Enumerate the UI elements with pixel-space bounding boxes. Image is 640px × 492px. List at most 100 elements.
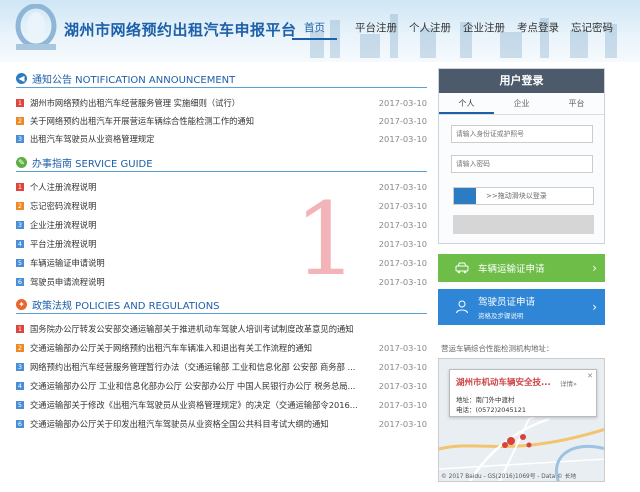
driver-permit-button[interactable]: 驾驶员证申请 资格及步骤说明 › — [438, 289, 605, 325]
item-number: 4 — [16, 382, 24, 390]
list-item[interactable]: 1 个人注册流程说明 2017-03-10 — [16, 178, 427, 196]
nav-forgot-password[interactable]: 忘记密码 — [565, 20, 619, 40]
item-title[interactable]: 交通运输部办公厅关于印发出租汽车驾驶员从业资格全国公共科目考试大纲的通知 — [30, 418, 369, 430]
item-number: 6 — [16, 278, 24, 286]
item-number: 3 — [16, 135, 24, 143]
item-number: 5 — [16, 401, 24, 409]
list-item[interactable]: 4 交通运输部办公厅 工业和信息化部办公厅 公安部办公厅 中国人民银行办公厅 税… — [16, 377, 427, 395]
popup-detail-link[interactable]: 详情» — [560, 378, 577, 388]
list-item[interactable]: 1 湖州市网络预约出租汽车经营服务管理 实施细则（试行） 2017-03-10 — [16, 94, 427, 112]
item-number: 5 — [16, 259, 24, 267]
map-label: 营运车辆综合性能检测机构地址： — [441, 344, 554, 353]
tab-company[interactable]: 企业 — [494, 93, 549, 114]
guide-title: 办事指南 SERVICE GUIDE — [32, 159, 153, 170]
item-date: 2017-03-10 — [378, 220, 427, 230]
list-item[interactable]: 6 驾驶员申请流程说明 2017-03-10 — [16, 273, 427, 291]
item-date: 2017-03-10 — [378, 258, 427, 268]
slider-handle[interactable] — [454, 188, 476, 204]
speaker-icon: ◀ — [16, 73, 27, 84]
nav-company-register[interactable]: 企业注册 — [457, 20, 511, 40]
item-date: 2017-03-10 — [378, 98, 427, 108]
close-icon[interactable]: ✕ — [587, 372, 593, 380]
slider-hint: >>拖动滑块以登录 — [486, 192, 547, 200]
item-number: 1 — [16, 325, 24, 333]
item-date: 2017-03-10 — [378, 201, 427, 211]
list-item[interactable]: 5 车辆运输证申请说明 2017-03-10 — [16, 254, 427, 272]
item-date: 2017-03-10 — [378, 239, 427, 249]
map-info-popup: 湖州市机动车辆安全技... 详情» ✕ 地址：南门外中渡村 电话：(0572)2… — [449, 369, 597, 417]
top-nav: 首页 平台注册 个人注册 企业注册 考点登录 忘记密码 — [292, 20, 619, 40]
nav-exam-login[interactable]: 考点登录 — [511, 20, 565, 40]
login-panel: 用户登录 个人 企业 平台 >>拖动滑块以登录 — [438, 68, 605, 244]
vehicle-permit-button[interactable]: 车辆运输证申请 › — [438, 254, 605, 282]
list-item[interactable]: 4 平台注册流程说明 2017-03-10 — [16, 235, 427, 253]
item-number: 3 — [16, 221, 24, 229]
item-title[interactable]: 交通运输部办公厅 工业和信息化部办公厅 公安部办公厅 中国人民银行办公厅 税务总… — [30, 380, 369, 392]
item-date: 2017-03-10 — [378, 343, 427, 353]
list-item[interactable]: 3 企业注册流程说明 2017-03-10 — [16, 216, 427, 234]
list-item[interactable]: 1 国务院办公厅转发公安部交通运输部关于推进机动车驾驶人培训考试制度改革意见的通… — [16, 320, 427, 338]
item-title[interactable]: 出租汽车驾驶员从业资格管理规定 — [30, 133, 369, 145]
list-item[interactable]: 2 忘记密码流程说明 2017-03-10 — [16, 197, 427, 215]
item-title[interactable]: 湖州市网络预约出租汽车经营服务管理 实施细则（试行） — [30, 97, 369, 109]
policy-title: 政策法规 POLICIES AND REGULATIONS — [32, 301, 220, 312]
tab-platform[interactable]: 平台 — [549, 93, 604, 114]
list-item[interactable]: 5 交通运输部关于修改《出租汽车驾驶员从业资格管理规定》的决定（交通运输部令20… — [16, 396, 427, 414]
item-title[interactable]: 网络预约出租汽车经营服务管理暂行办法（交通运输部 工业和信息化部 公安部 商务部… — [30, 361, 369, 373]
item-title[interactable]: 关于网络预约出租汽车开展营运车辆综合性能检测工作的通知 — [30, 115, 369, 127]
header: 湖州市网络预约出租汽车申报平台 首页 平台注册 个人注册 企业注册 考点登录 忘… — [0, 0, 640, 62]
driver-permit-label: 驾驶员证申请 — [478, 297, 536, 308]
item-number: 3 — [16, 363, 24, 371]
item-number: 4 — [16, 240, 24, 248]
popup-phone: 电话：(0572)2045121 — [456, 406, 527, 414]
item-date: 2017-03-10 — [378, 134, 427, 144]
id-number-input[interactable] — [451, 125, 593, 143]
popup-title: 湖州市机动车辆安全技... — [456, 378, 551, 388]
leaf-icon: ✎ — [16, 157, 27, 168]
driver-permit-sub: 资格及步骤说明 — [478, 312, 524, 320]
login-tabs: 个人 企业 平台 — [439, 93, 604, 115]
item-number: 2 — [16, 344, 24, 352]
item-date: 2017-03-10 — [378, 419, 427, 429]
vehicle-permit-label: 车辆运输证申请 — [478, 264, 545, 275]
list-item[interactable]: 2 关于网络预约出租汽车开展营运车辆综合性能检测工作的通知 2017-03-10 — [16, 112, 427, 130]
item-date: 2017-03-10 — [378, 381, 427, 391]
item-date: 2017-03-10 — [378, 362, 427, 372]
item-title[interactable]: 交通运输部关于修改《出租汽车驾驶员从业资格管理规定》的决定（交通运输部令2016… — [30, 399, 369, 411]
location-map[interactable]: 湖州市机动车辆安全技... 详情» ✕ 地址：南门外中渡村 电话：(0572)2… — [438, 358, 605, 482]
notification-header: ◀ 通知公告 NOTIFICATION ANNOUNCEMENT — [16, 70, 427, 88]
list-item[interactable]: 6 交通运输部办公厅关于印发出租汽车驾驶员从业资格全国公共科目考试大纲的通知 2… — [16, 415, 427, 433]
item-title[interactable]: 交通运输部办公厅关于网络预约出租汽车车辆准入和退出有关工作流程的通知 — [30, 342, 369, 354]
tab-personal[interactable]: 个人 — [439, 93, 494, 114]
nav-home[interactable]: 首页 — [292, 20, 337, 40]
login-button[interactable] — [453, 215, 594, 234]
nav-personal-register[interactable]: 个人注册 — [403, 20, 457, 40]
item-number: 1 — [16, 183, 24, 191]
item-date: 2017-03-10 — [378, 400, 427, 410]
item-number: 2 — [16, 117, 24, 125]
guide-header: ✎ 办事指南 SERVICE GUIDE — [16, 154, 427, 172]
shield-icon: ✦ — [16, 299, 27, 310]
item-date: 2017-03-10 — [378, 182, 427, 192]
login-title: 用户登录 — [439, 69, 604, 93]
chevron-right-icon: › — [592, 300, 597, 314]
policy-header: ✦ 政策法规 POLICIES AND REGULATIONS — [16, 296, 427, 314]
list-item[interactable]: 3 网络预约出租汽车经营服务管理暂行办法（交通运输部 工业和信息化部 公安部 商… — [16, 358, 427, 376]
item-title[interactable]: 国务院办公厅转发公安部交通运输部关于推进机动车驾驶人培训考试制度改革意见的通知 — [30, 323, 427, 335]
person-icon — [454, 299, 470, 315]
item-number: 1 — [16, 99, 24, 107]
password-input[interactable] — [451, 155, 593, 173]
slide-to-login[interactable]: >>拖动滑块以登录 — [453, 187, 594, 205]
item-number: 6 — [16, 420, 24, 428]
item-number: 2 — [16, 202, 24, 210]
list-item[interactable]: 3 出租汽车驾驶员从业资格管理规定 2017-03-10 — [16, 130, 427, 148]
item-date: 2017-03-10 — [378, 277, 427, 287]
overlay-number: 1 — [294, 181, 358, 298]
notification-title: 通知公告 NOTIFICATION ANNOUNCEMENT — [32, 75, 236, 86]
hotel-tower-logo — [15, 4, 57, 50]
popup-address: 地址：南门外中渡村 — [456, 396, 515, 404]
car-icon — [454, 260, 470, 276]
list-item[interactable]: 2 交通运输部办公厅关于网络预约出租汽车车辆准入和退出有关工作流程的通知 201… — [16, 339, 427, 357]
nav-platform-register[interactable]: 平台注册 — [349, 20, 403, 40]
site-title: 湖州市网络预约出租汽车申报平台 — [64, 21, 297, 39]
